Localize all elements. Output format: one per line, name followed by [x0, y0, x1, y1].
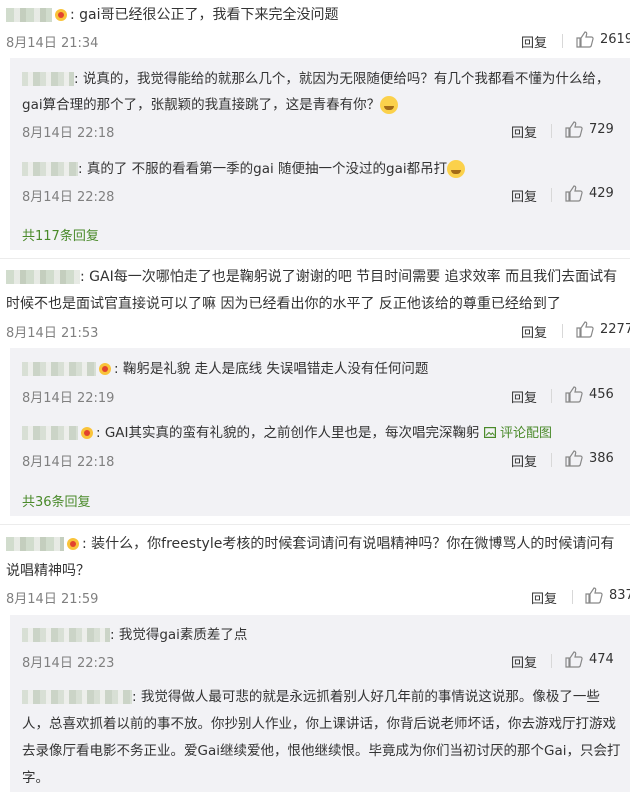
username[interactable] [22, 690, 132, 704]
reply-button[interactable]: 回复 [531, 588, 557, 607]
emoji-icon [447, 160, 466, 178]
like-button[interactable]: 2277 [576, 321, 630, 338]
divider [551, 188, 552, 202]
username[interactable] [22, 628, 110, 642]
username[interactable] [22, 426, 78, 440]
like-button[interactable]: 474 [565, 651, 614, 668]
sub-comment-text: 鞠躬是礼貌 走人是底线 失误唱错走人没有任何问题 [122, 361, 429, 377]
like-button[interactable]: 729 [565, 121, 614, 138]
username[interactable] [22, 72, 74, 86]
comment-image-link[interactable]: 评论配图 [483, 426, 552, 441]
sub-comment-date: 8月14日 22:23 [22, 656, 115, 671]
username[interactable] [22, 362, 96, 376]
sub-comment: : GAI其实真的蛮有礼貌的，之前创作人里也是，每次唱完深鞠躬 评论配图 [22, 420, 622, 447]
reply-button[interactable]: 回复 [521, 322, 547, 341]
thumbs-up-icon [576, 321, 594, 338]
thumbs-up-icon [565, 450, 583, 467]
like-count: 456 [589, 387, 614, 402]
divider [551, 389, 552, 403]
like-button[interactable]: 429 [565, 185, 614, 202]
sub-comment-text: 我觉得gai素质差了点 [118, 627, 248, 643]
thumbs-up-icon [565, 386, 583, 403]
sub-comment-date: 8月14日 22:19 [22, 391, 115, 406]
more-replies-link[interactable]: 共117条回复 [22, 225, 99, 244]
sub-comment: : 鞠躬是礼貌 走人是底线 失误唱错走人没有任何问题 [22, 356, 622, 382]
username[interactable] [22, 162, 78, 176]
divider [0, 258, 630, 259]
sub-comment-text: 真的了 不服的看看第一季的gai 随便抽一个没过的gai都吊打 [86, 161, 448, 177]
like-count: 2619 [600, 32, 630, 47]
like-count: 386 [589, 451, 614, 466]
divider [551, 124, 552, 138]
like-button[interactable]: 386 [565, 450, 614, 467]
image-icon [483, 427, 496, 439]
like-count: 2277 [600, 322, 630, 337]
reply-button[interactable]: 回复 [511, 186, 537, 205]
reply-button[interactable]: 回复 [511, 387, 537, 406]
reply-button[interactable]: 回复 [511, 122, 537, 141]
comment-3: : 装什么，你freestyle考核的时候套词请问有说唱精神吗？你在微博骂人的时… [6, 536, 615, 579]
like-count: 429 [589, 186, 614, 201]
reply-button[interactable]: 回复 [521, 32, 547, 51]
vip-badge-icon [54, 8, 70, 22]
divider [562, 324, 563, 338]
vip-badge-icon [80, 426, 96, 440]
thumbs-up-icon [576, 31, 594, 48]
comment-date: 8月14日 21:59 [6, 592, 99, 607]
like-button[interactable]: 2619 [576, 31, 630, 48]
like-count: 837 [609, 588, 630, 603]
comment-2: : GAI每一次哪怕走了也是鞠躬说了谢谢的吧 节目时间需要 追求效率 而且我们去… [6, 269, 618, 312]
reply-button[interactable]: 回复 [511, 652, 537, 671]
sub-comment-date: 8月14日 22:28 [22, 190, 115, 205]
divider [562, 34, 563, 48]
thumbs-up-icon [565, 121, 583, 138]
sub-comment: : 真的了 不服的看看第一季的gai 随便抽一个没过的gai都吊打 [22, 156, 622, 182]
like-count: 729 [589, 122, 614, 137]
like-button[interactable]: 837 [585, 587, 630, 604]
reply-button[interactable]: 回复 [511, 451, 537, 470]
divider [551, 654, 552, 668]
emoji-icon [380, 96, 399, 114]
like-count: 474 [589, 652, 614, 667]
comment-text: GAI每一次哪怕走了也是鞠躬说了谢谢的吧 节目时间需要 追求效率 而且我们去面试… [6, 269, 618, 312]
vip-badge-icon [98, 362, 114, 376]
username[interactable] [6, 270, 80, 284]
sub-comment: : 说真的，我觉得能给的就那么几个，就因为无限随便给吗？有几个我都看不懂为什么给… [22, 71, 610, 114]
vip-badge-icon [66, 537, 82, 551]
comment-1: : gai哥已经很公正了，我看下来完全没问题 [6, 2, 624, 29]
divider [572, 590, 573, 604]
username[interactable] [6, 537, 64, 551]
divider [551, 453, 552, 467]
sub-comment-text: GAI其实真的蛮有礼貌的，之前创作人里也是，每次唱完深鞠躬 [104, 425, 480, 441]
comment-text: 装什么，你freestyle考核的时候套词请问有说唱精神吗？你在微博骂人的时候请… [6, 536, 615, 579]
sub-comment-date: 8月14日 22:18 [22, 455, 115, 470]
comment-date: 8月14日 21:53 [6, 326, 99, 341]
sub-comment: : 我觉得gai素质差了点 [22, 622, 622, 648]
thumbs-up-icon [565, 185, 583, 202]
sub-comment-date: 8月14日 22:18 [22, 126, 115, 141]
comment-text: gai哥已经很公正了，我看下来完全没问题 [79, 7, 339, 23]
sub-comment: : 我觉得做人最可悲的就是永远抓着别人好几年前的事情说这说那。像极了一些人，总喜… [22, 689, 621, 786]
divider [0, 524, 630, 525]
username[interactable] [6, 8, 52, 22]
like-button[interactable]: 456 [565, 386, 614, 403]
thumbs-up-icon [565, 651, 583, 668]
more-replies-link[interactable]: 共36条回复 [22, 491, 91, 510]
thumbs-up-icon [585, 587, 603, 604]
sub-comment-text: 说真的，我觉得能给的就那么几个，就因为无限随便给吗？有几个我都看不懂为什么给，g… [22, 71, 610, 113]
comment-date: 8月14日 21:34 [6, 36, 99, 51]
